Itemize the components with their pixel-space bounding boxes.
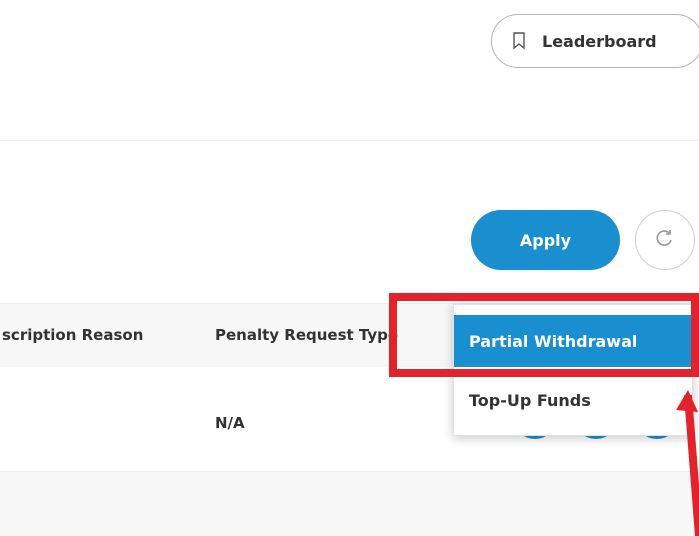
refresh-button[interactable] (635, 210, 695, 270)
leaderboard-button[interactable]: Leaderboard (491, 14, 699, 68)
bookmark-icon (512, 32, 526, 50)
refresh-icon (655, 228, 675, 252)
dropdown-option-partial-withdrawal[interactable]: Partial Withdrawal (454, 315, 692, 367)
column-header-description-reason: scription Reason (2, 326, 144, 344)
apply-button[interactable]: Apply (471, 210, 620, 270)
penalty-type-dropdown: Partial Withdrawal Top-Up Funds (453, 304, 693, 436)
table-row (0, 472, 699, 536)
penalty-request-type-cell: N/A (215, 414, 245, 432)
dropdown-option-top-up-funds[interactable]: Top-Up Funds (454, 380, 692, 420)
section-divider (0, 140, 699, 141)
leaderboard-label: Leaderboard (542, 31, 657, 51)
column-header-penalty-request-type: Penalty Request Type (215, 326, 399, 344)
